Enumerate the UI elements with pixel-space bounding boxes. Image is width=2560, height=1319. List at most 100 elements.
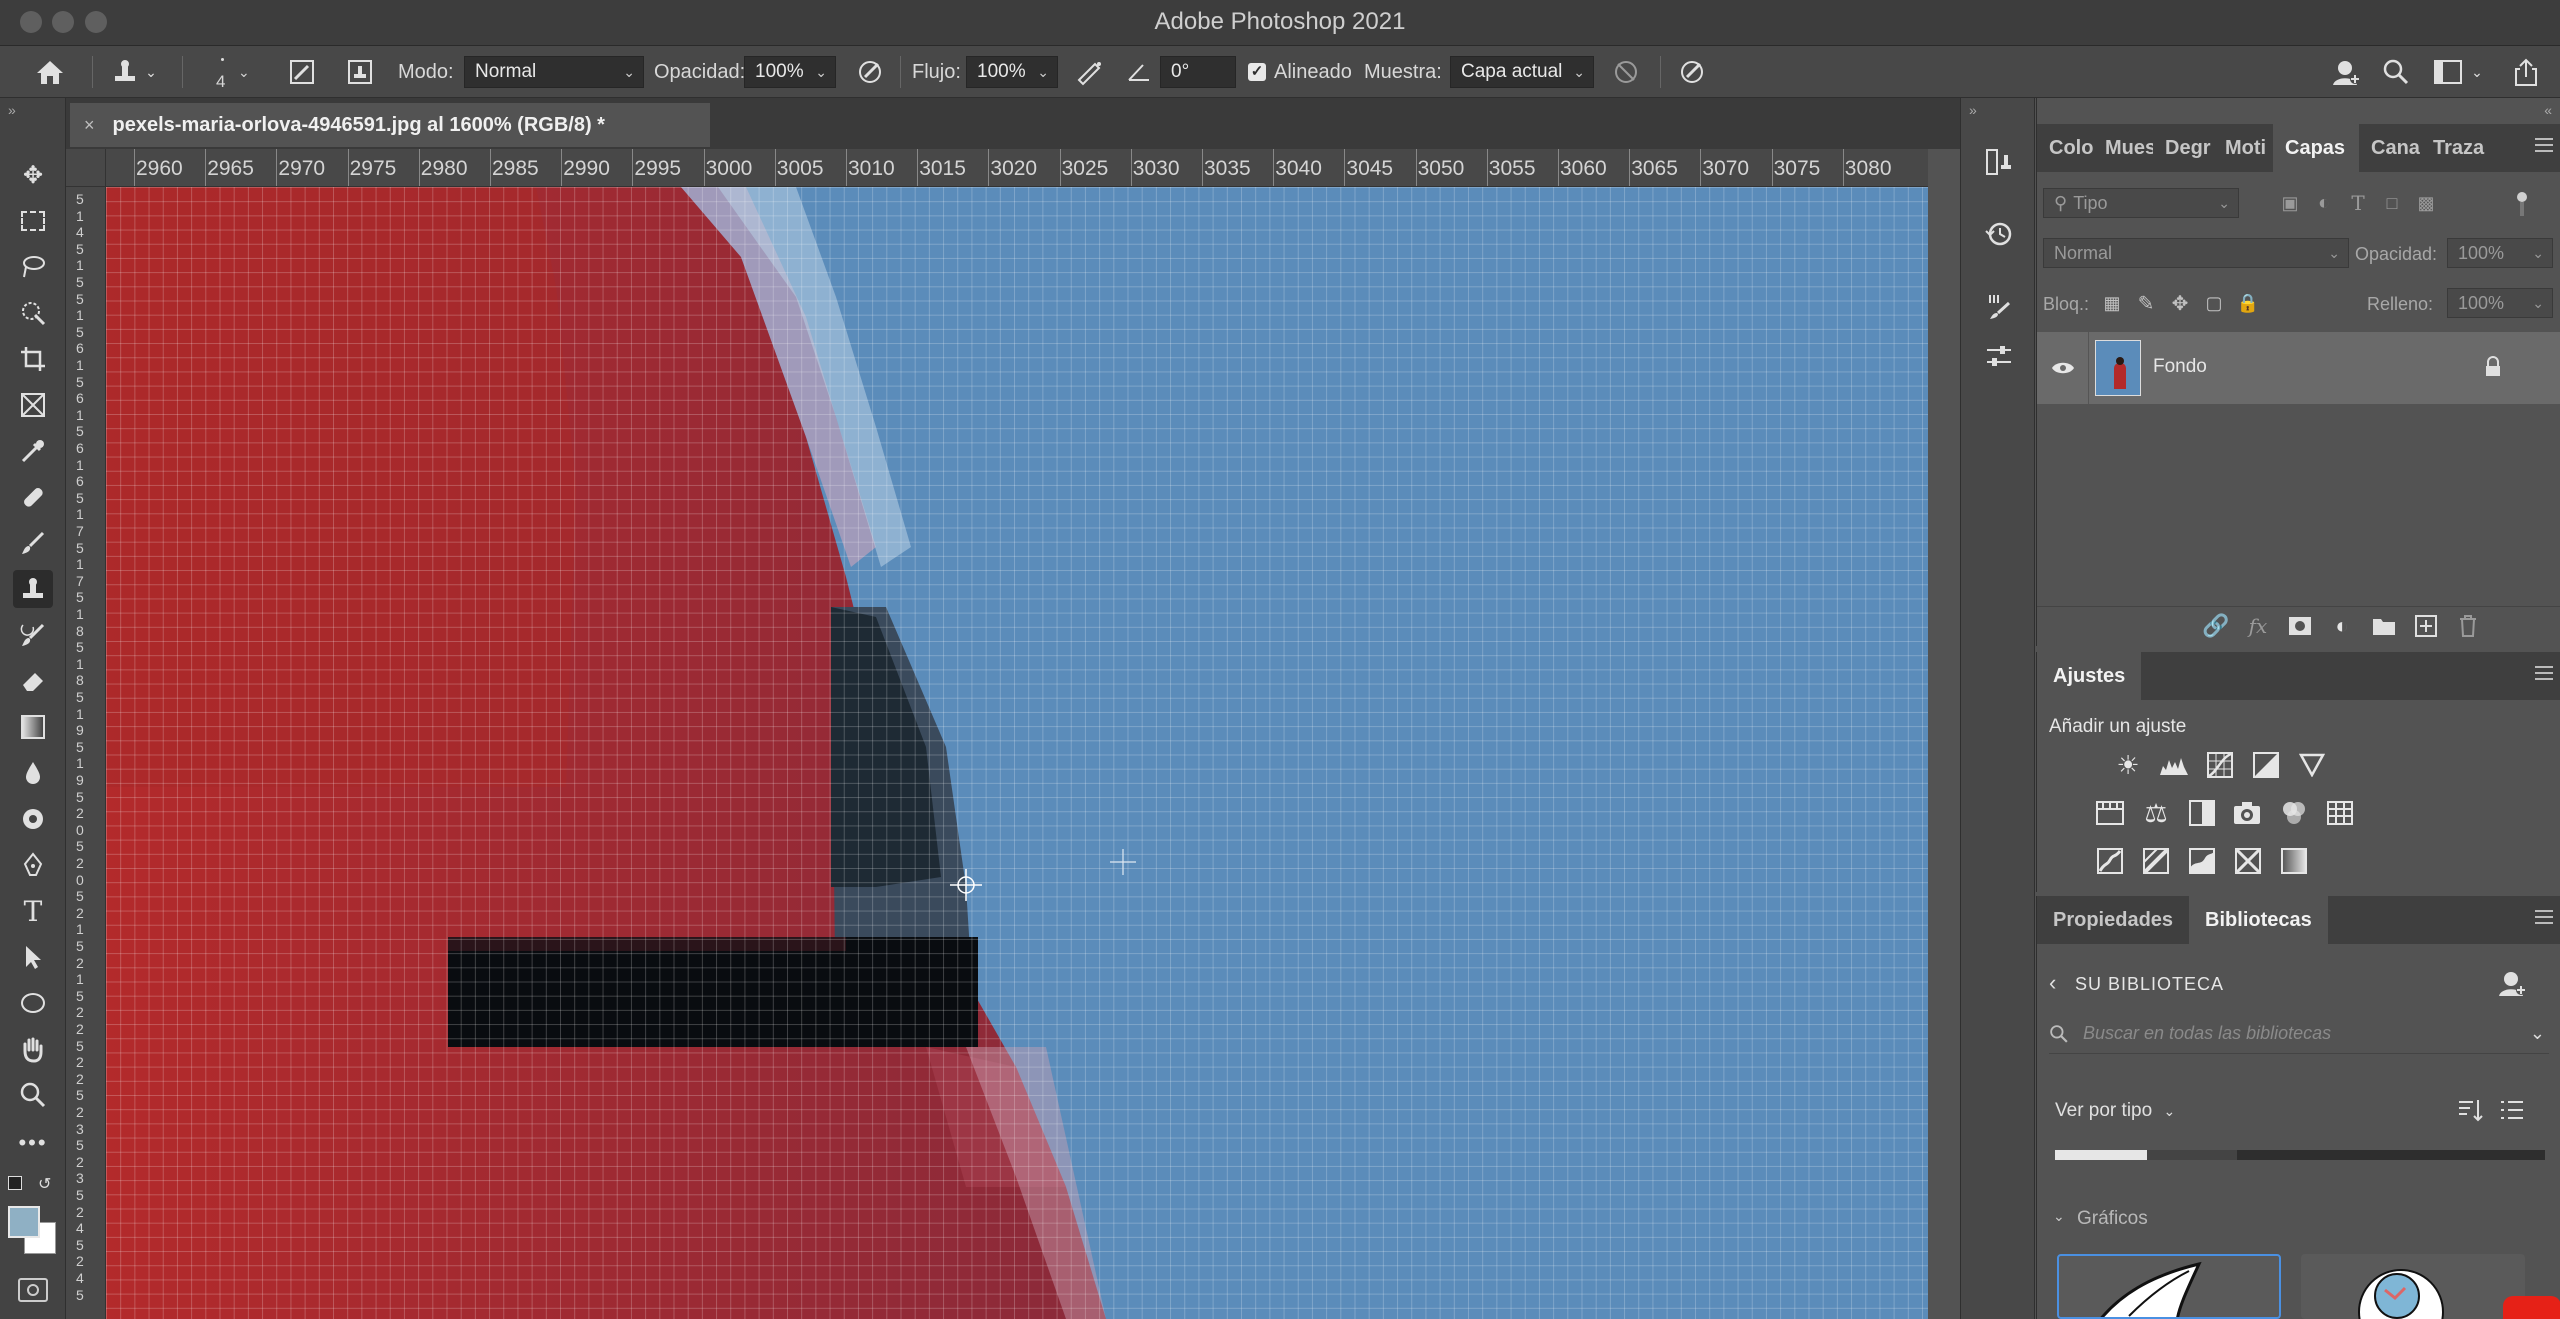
invert-icon[interactable] — [2093, 844, 2127, 878]
chevron-down-icon[interactable]: ⌄ — [2530, 1023, 2545, 1044]
add-mask-icon[interactable] — [2283, 609, 2317, 643]
adjustments-panel-icon[interactable] — [1979, 336, 2019, 376]
section-chevron-icon[interactable]: ⌄ — [2053, 1208, 2065, 1225]
collapse-strip-icon[interactable]: » — [1969, 102, 1977, 118]
zoom-tool-icon[interactable] — [13, 1076, 53, 1114]
clone-stamp-tool-icon[interactable] — [13, 570, 53, 608]
posterize-icon[interactable] — [2139, 844, 2173, 878]
library-graphic-item[interactable] — [2301, 1254, 2525, 1319]
dodge-tool-icon[interactable] — [13, 800, 53, 838]
foreground-color-swatch[interactable] — [8, 1206, 40, 1238]
threshold-icon[interactable] — [2185, 844, 2219, 878]
library-account-icon[interactable] — [2497, 968, 2527, 1003]
type-tool-icon[interactable]: T — [13, 892, 53, 930]
collapse-toolbar-icon[interactable]: » — [8, 102, 16, 118]
layer-style-icon[interactable]: fx — [2241, 609, 2275, 643]
filter-toggle[interactable] — [2515, 192, 2529, 216]
home-icon[interactable] — [30, 46, 70, 98]
filter-adjustment-layers-icon[interactable]: ◐ — [2307, 186, 2341, 220]
sample-select[interactable]: Capa actual ⌄ — [1450, 56, 1594, 88]
new-layer-icon[interactable] — [2409, 609, 2443, 643]
lasso-tool-icon[interactable] — [13, 248, 53, 286]
brush-tool-icon[interactable] — [13, 524, 53, 562]
color-lookup-icon[interactable] — [2323, 796, 2357, 830]
layer-row[interactable]: Fondo — [2037, 332, 2560, 404]
mode-select[interactable]: Normal ⌄ — [464, 56, 644, 88]
layer-name[interactable]: Fondo — [2153, 356, 2207, 378]
curves-icon[interactable] — [2203, 748, 2237, 782]
pen-tool-icon[interactable] — [13, 846, 53, 884]
library-scrollbar[interactable] — [2055, 1150, 2545, 1160]
quick-mask-icon[interactable] — [18, 1278, 48, 1302]
blur-tool-icon[interactable] — [13, 754, 53, 792]
history-brush-tool-icon[interactable] — [13, 616, 53, 654]
filter-shape-layers-icon[interactable]: □ — [2375, 186, 2409, 220]
exposure-icon[interactable] — [2249, 748, 2283, 782]
workspace-icon[interactable]: ⌄ — [2428, 46, 2488, 98]
brush-angle-field[interactable]: 0° — [1160, 56, 1236, 88]
color-balance-icon[interactable]: ⚖ — [2139, 796, 2173, 830]
view-by-type-select[interactable]: Ver por tipo ⌄ — [2055, 1100, 2175, 1122]
brushes-panel-icon[interactable] — [1979, 286, 2019, 326]
tab-properties[interactable]: Propiedades — [2037, 896, 2189, 944]
fill-field[interactable]: 100% ⌄ — [2447, 288, 2553, 318]
gradient-map-icon[interactable] — [2277, 844, 2311, 878]
flow-field[interactable]: 100% ⌄ — [966, 56, 1058, 88]
ellipse-tool-icon[interactable] — [13, 984, 53, 1022]
tab-adjustments[interactable]: Ajustes — [2037, 652, 2142, 700]
library-graphic-item[interactable] — [2057, 1254, 2281, 1319]
list-view-icon[interactable] — [2499, 1098, 2525, 1127]
more-tools-icon[interactable]: ••• — [13, 1124, 53, 1162]
airbrush-icon[interactable] — [1072, 46, 1108, 98]
layer-visibility-icon[interactable] — [2037, 332, 2089, 404]
new-adjustment-layer-icon[interactable]: ◐ — [2325, 609, 2359, 643]
lock-artboard-icon[interactable]: ▢ — [2197, 286, 2231, 320]
back-chevron-icon[interactable]: ‹ — [2049, 970, 2056, 996]
library-back-label[interactable]: SU BIBLIOTECA — [2075, 974, 2224, 995]
clone-source-panel-icon[interactable] — [1979, 142, 2019, 182]
default-colors-icon[interactable] — [8, 1176, 22, 1190]
panel-menu-icon[interactable] — [2535, 666, 2553, 680]
quick-selection-tool-icon[interactable] — [13, 294, 53, 332]
search-icon[interactable] — [2376, 46, 2416, 98]
collapse-panels-icon[interactable]: « — [2544, 102, 2552, 118]
sort-icon[interactable] — [2457, 1098, 2483, 1127]
brightness-contrast-icon[interactable]: ☀ — [2111, 748, 2145, 782]
history-panel-icon[interactable] — [1979, 214, 2019, 254]
tab-paths[interactable]: Traza — [2421, 124, 2491, 172]
marquee-tool-icon[interactable] — [13, 202, 53, 240]
lock-all-icon[interactable]: 🔒 — [2231, 286, 2265, 320]
gradient-tool-icon[interactable] — [13, 708, 53, 746]
hand-tool-icon[interactable] — [13, 1030, 53, 1068]
hue-saturation-icon[interactable] — [2093, 796, 2127, 830]
frame-tool-icon[interactable] — [13, 386, 53, 424]
black-white-icon[interactable] — [2185, 796, 2219, 830]
layer-filter-select[interactable]: ⚲ Tipo ⌄ — [2043, 188, 2239, 218]
share-user-icon[interactable] — [2326, 46, 2366, 98]
tab-channels[interactable]: Cana — [2359, 124, 2421, 172]
tab-patterns[interactable]: Moti — [2213, 124, 2273, 172]
swap-colors-icon[interactable]: ↺ — [38, 1174, 51, 1194]
move-tool-icon[interactable]: ✥ — [13, 156, 53, 194]
healing-brush-tool-icon[interactable] — [13, 478, 53, 516]
brush-size-picker[interactable]: 4 ⌄ — [208, 46, 268, 98]
photo-filter-icon[interactable] — [2231, 796, 2265, 830]
tab-swatches[interactable]: Mues — [2093, 124, 2153, 172]
close-tab-icon[interactable]: × — [84, 115, 95, 136]
pressure-size-icon[interactable] — [1674, 46, 1710, 98]
delete-layer-icon[interactable] — [2451, 609, 2485, 643]
document-canvas[interactable] — [106, 187, 1928, 1319]
vibrance-icon[interactable] — [2295, 748, 2329, 782]
tab-libraries[interactable]: Bibliotecas — [2189, 896, 2328, 944]
filter-pixel-layers-icon[interactable]: ▣ — [2273, 186, 2307, 220]
levels-icon[interactable] — [2157, 748, 2191, 782]
blend-mode-select[interactable]: Normal ⌄ — [2043, 238, 2349, 268]
eraser-tool-icon[interactable] — [13, 662, 53, 700]
panel-menu-icon[interactable] — [2535, 138, 2553, 152]
tab-gradients[interactable]: Degr — [2153, 124, 2213, 172]
document-tab[interactable]: × pexels-maria-orlova-4946591.jpg al 160… — [70, 103, 710, 147]
ignore-adjustment-layers-icon[interactable] — [1608, 46, 1644, 98]
link-layers-icon[interactable]: 🔗 — [2199, 609, 2233, 643]
clone-stamp-tool-preset-icon[interactable]: ⌄ — [104, 46, 164, 98]
lock-image-pixels-icon[interactable]: ✎ — [2129, 286, 2163, 320]
